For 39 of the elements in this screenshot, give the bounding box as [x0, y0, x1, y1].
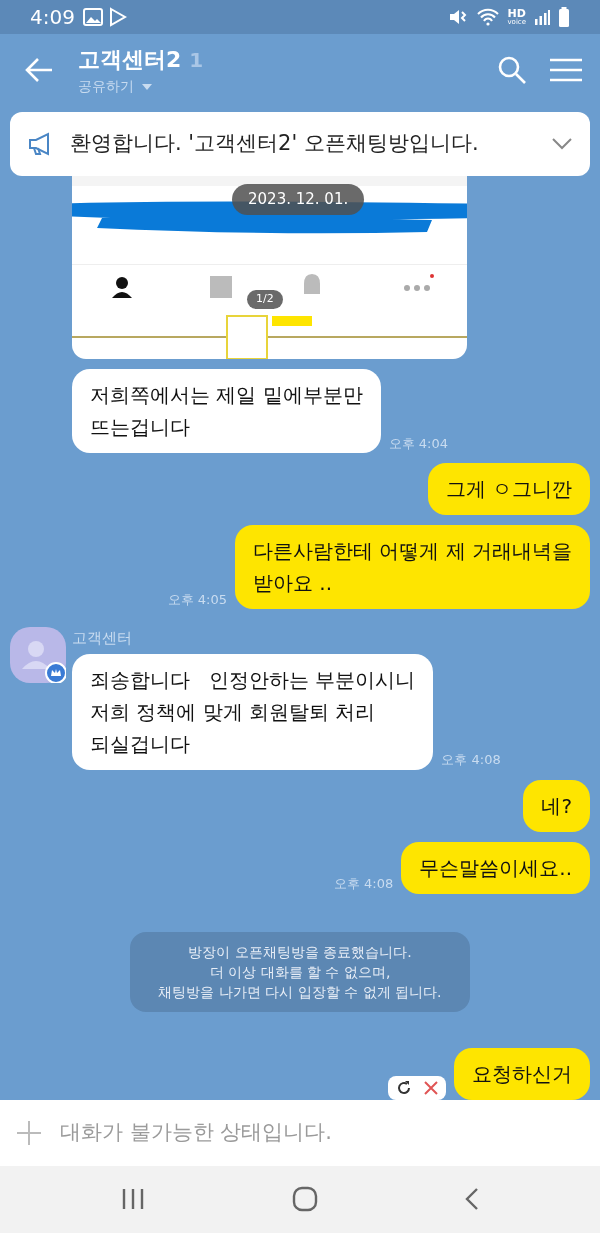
- caret-icon[interactable]: [142, 83, 152, 90]
- menu-icon[interactable]: [550, 58, 582, 83]
- message-bubble: 그게 ㅇ그니깐: [427, 463, 590, 515]
- member-count: 1: [189, 47, 204, 75]
- message-time: 오후 4:08: [333, 875, 394, 893]
- notice-text: 환영합니다. '고객센터2' 오픈채팅방입니다.: [70, 130, 479, 158]
- expand-chevron-icon[interactable]: [552, 138, 572, 150]
- message-bubble: 다른사람한테 어떻게 제 거래내녁을 받아요 ..: [234, 525, 590, 609]
- status-time: 4:09: [30, 4, 75, 32]
- message-time: 오후 4:05: [167, 590, 227, 609]
- search-icon[interactable]: [498, 56, 526, 85]
- home-icon[interactable]: [292, 1186, 318, 1213]
- system-notice: 방장이 오픈채팅방을 종료했습니다. 더 이상 대화를 할 수 없으며, 채팅방을 나가면 다시 입장할 수 없게 됩니다.: [130, 931, 470, 1012]
- message-bubble: 무슨말씀이세요..: [401, 841, 590, 894]
- message-input-bar[interactable]: 대화가 불가능한 상태입니다.: [0, 1099, 600, 1166]
- battery-icon: [558, 7, 570, 28]
- share-link[interactable]: 공유하기: [78, 76, 134, 98]
- sender-name: 고객센터: [72, 628, 133, 649]
- back-arrow-icon[interactable]: [24, 57, 54, 84]
- hd-label: HD: [507, 8, 526, 20]
- message-bubble: 저희쪽에서는 제일 밑에부분만 뜨는겁니다: [72, 369, 381, 453]
- back-icon[interactable]: [464, 1187, 479, 1212]
- wifi-icon: [477, 8, 500, 27]
- image-count-badge: 1/2: [247, 290, 283, 309]
- avatar-icon: [10, 627, 66, 683]
- message-bubble: 죄송합니다 인정안하는 부분이시니 저희 정책에 맞게 회원탈퇴 처리 되실겁니다: [72, 653, 434, 770]
- retry-icon[interactable]: [396, 1079, 412, 1096]
- date-pill: 2023. 12. 01.: [232, 184, 365, 215]
- image-icon: [82, 8, 103, 27]
- message-time: 오후 4:08: [441, 751, 501, 769]
- message-bubble: 요청하신거: [454, 1047, 590, 1100]
- message-bubble: 네?: [523, 779, 590, 832]
- recent-apps-icon[interactable]: [121, 1188, 146, 1211]
- chat-title: 고객센터2: [78, 46, 182, 75]
- plus-icon[interactable]: [16, 1119, 42, 1146]
- message-time: 오후 4:04: [388, 434, 449, 453]
- play-icon: [108, 7, 127, 28]
- signal-icon: [534, 9, 550, 26]
- close-icon[interactable]: [424, 1080, 438, 1095]
